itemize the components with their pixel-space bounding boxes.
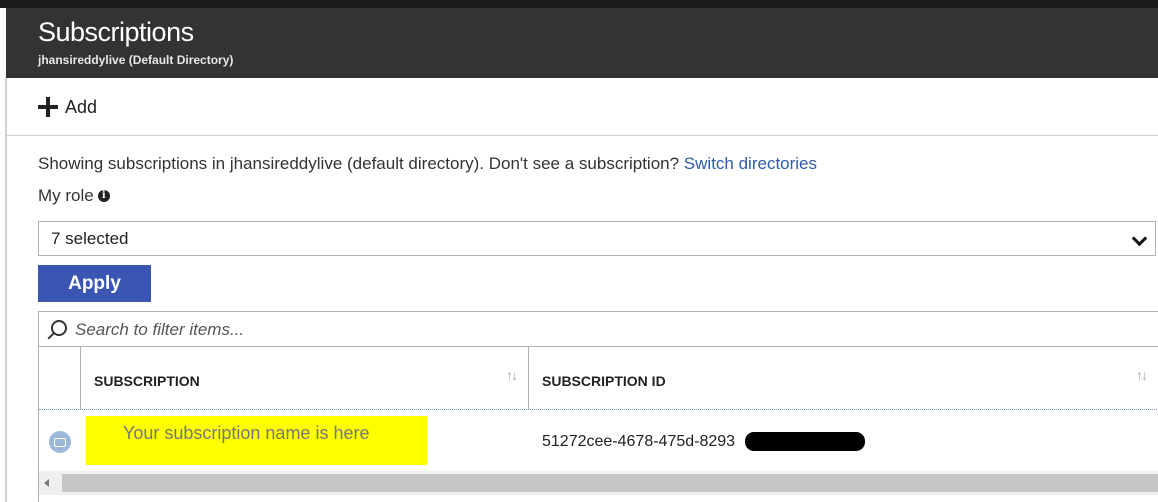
scroll-left-arrow-icon[interactable] xyxy=(44,479,49,487)
search-input[interactable] xyxy=(73,317,1137,343)
add-button[interactable]: Add xyxy=(37,96,97,118)
scrollbar-thumb[interactable] xyxy=(62,474,1158,492)
subscription-key-icon xyxy=(49,431,71,453)
my-role-label-row: My role i xyxy=(38,186,110,206)
subscription-name[interactable]: Your subscription name is here xyxy=(123,423,369,444)
my-role-label: My role xyxy=(38,186,94,205)
column-header-subscription[interactable]: SUBSCRIPTION ↑↓ xyxy=(80,347,529,409)
apply-button[interactable]: Apply xyxy=(38,265,151,302)
column-header-label: SUBSCRIPTION ID xyxy=(542,373,666,389)
info-icon[interactable]: i xyxy=(97,190,110,202)
sort-arrows-icon[interactable]: ↑↓ xyxy=(506,367,518,383)
command-bar: Add xyxy=(7,78,1158,136)
horizontal-scrollbar[interactable] xyxy=(39,471,1158,495)
page-subtitle: jhansireddylive (Default Directory) xyxy=(38,53,234,67)
search-box[interactable] xyxy=(38,311,1158,347)
add-button-label: Add xyxy=(65,96,98,117)
icon-column-header xyxy=(39,347,80,409)
column-header-subscription-id[interactable]: SUBSCRIPTION ID ↑↓ xyxy=(529,347,1158,409)
redaction-mark xyxy=(745,432,865,451)
directory-info-text: Showing subscriptions in jhansireddylive… xyxy=(38,154,684,173)
blade-header: Subscriptions jhansireddylive (Default D… xyxy=(6,8,1158,78)
blade-left-border xyxy=(5,78,7,502)
chevron-down-icon xyxy=(1131,230,1148,247)
subscription-name-highlight: Your subscription name is here xyxy=(86,416,427,465)
directory-info: Showing subscriptions in jhansireddylive… xyxy=(38,154,817,174)
subscription-id: 51272cee-4678-475d-8293 xyxy=(542,433,736,450)
table-row[interactable]: Your subscription name is here 51272cee-… xyxy=(39,410,1158,468)
role-dropdown[interactable]: 7 selected xyxy=(38,221,1156,256)
page-title: Subscriptions xyxy=(38,17,194,47)
subscriptions-grid: SUBSCRIPTION ↑↓ SUBSCRIPTION ID ↑↓ Your … xyxy=(38,347,1158,502)
window-top-strip xyxy=(0,0,1158,8)
sort-arrows-icon[interactable]: ↑↓ xyxy=(1136,367,1148,383)
column-header-label: SUBSCRIPTION xyxy=(94,373,200,389)
search-icon xyxy=(51,320,67,336)
plus-icon xyxy=(37,96,59,118)
role-dropdown-value: 7 selected xyxy=(51,229,129,248)
switch-directories-link[interactable]: Switch directories xyxy=(684,154,817,173)
